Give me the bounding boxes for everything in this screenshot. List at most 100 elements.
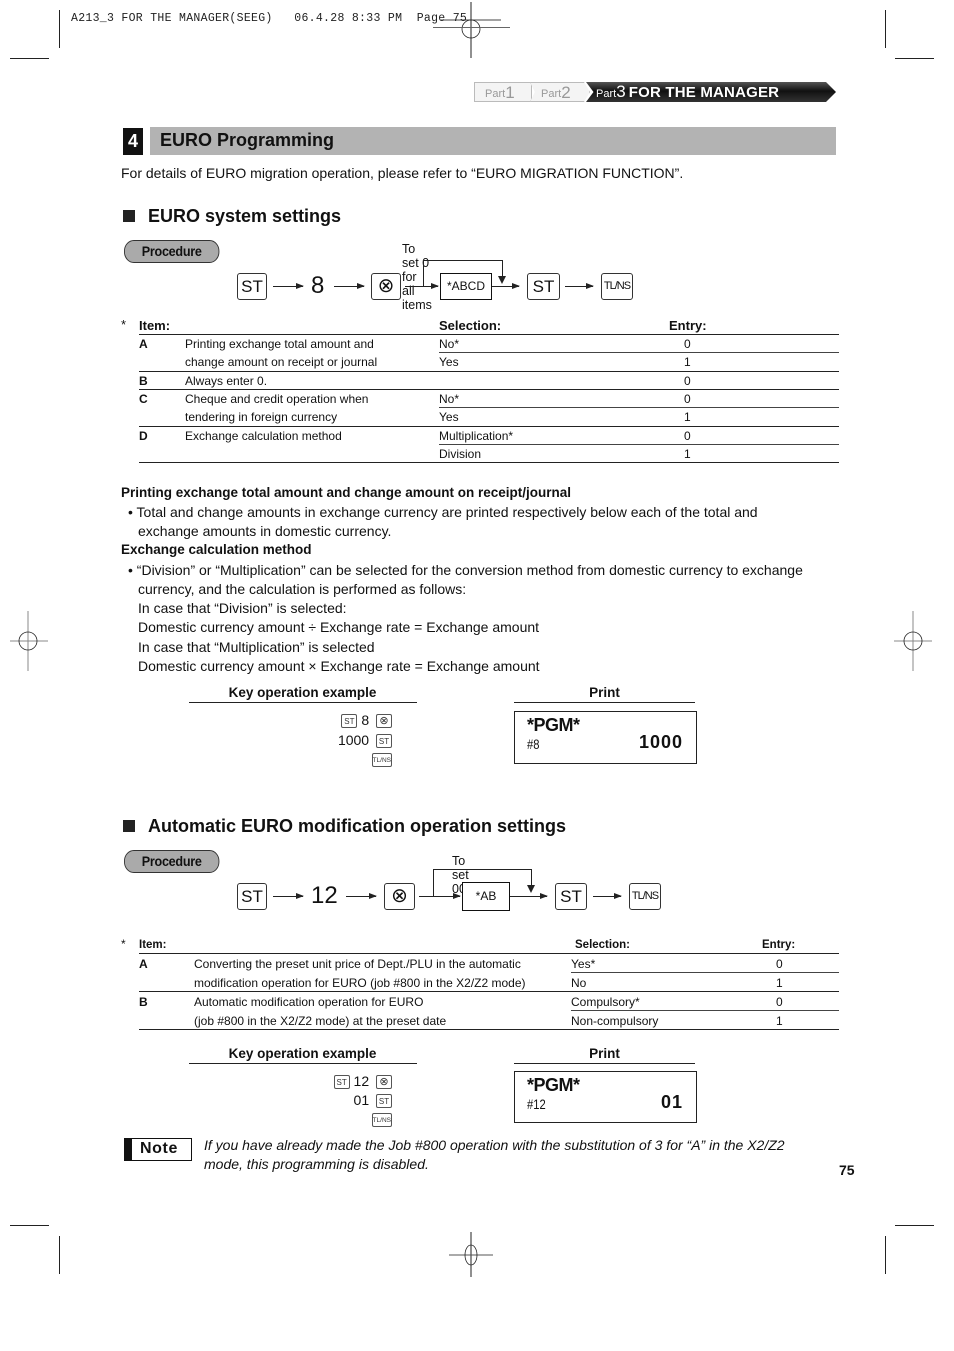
crop-mark: [10, 58, 49, 59]
flow-line: [423, 260, 503, 261]
print-label: Print: [589, 685, 620, 700]
registration-mark: [10, 611, 48, 671]
skip-note: To set 0 for all items: [402, 242, 432, 312]
flow-arrow: [492, 283, 520, 289]
row-description: Cheque and credit operation when: [185, 391, 369, 406]
crop-mark: [59, 10, 60, 48]
part-tab-number: 2: [561, 83, 571, 102]
print-label: Print: [589, 1046, 620, 1061]
slug-underline: [433, 27, 510, 28]
row-description: modification operation for EURO (job #80…: [194, 976, 526, 990]
st-key-icon: ST: [341, 714, 358, 729]
formula-multiplication: Domestic currency amount × Exchange rate…: [138, 658, 540, 674]
row-entry: 1: [684, 446, 691, 461]
key-op-example-label: Key operation example: [228, 685, 377, 700]
flow-arrow: [565, 283, 594, 289]
st-key-icon: ST: [555, 883, 587, 910]
note-text: currency, and the calculation is perform…: [138, 581, 467, 597]
part-tab-prefix: Part: [596, 88, 617, 100]
note-text: In case that “Division” is selected:: [138, 600, 347, 616]
row-description: Converting the preset unit price of Dept…: [194, 957, 521, 971]
key-op-value: 01: [353, 1092, 370, 1108]
crop-mark: [885, 1236, 886, 1274]
row-selection: No*: [439, 337, 460, 351]
registration-mark: [449, 1232, 493, 1277]
crop-mark: [895, 1225, 934, 1226]
heading-text: Automatic EURO modification operation se…: [148, 816, 567, 836]
slug-job: A213_3 FOR THE MANAGER(SEEG): [71, 12, 273, 25]
section-intro: For details of EURO migration operation,…: [121, 165, 684, 181]
note-badge: Note: [124, 1138, 192, 1161]
flow-arrow: [434, 893, 461, 899]
st-key-icon: ST: [333, 1075, 350, 1090]
row-description: Always enter 0.: [185, 373, 268, 388]
part-tab-1: Part1: [474, 82, 532, 102]
flow-line: [405, 286, 425, 287]
row-divider: [139, 1029, 839, 1030]
receipt-value: 1000: [638, 732, 683, 752]
crop-mark: [59, 1236, 60, 1274]
flow-line: [433, 869, 434, 897]
flow-line: [433, 869, 532, 870]
row-divider: [139, 388, 839, 390]
flow-line: [423, 260, 424, 287]
part-tab-prefix: Part: [541, 88, 562, 100]
receipt-value: 01: [660, 1092, 683, 1112]
key-op-value: 1000: [337, 732, 370, 748]
row-entry: 0: [684, 373, 691, 388]
euro-system-heading: EURO system settings: [123, 206, 341, 227]
st-key-icon: ST: [237, 273, 267, 300]
note-heading-calc: Exchange calculation method: [121, 542, 312, 557]
part-tab-2: Part2: [530, 82, 590, 102]
row-key: B: [139, 995, 148, 1009]
row-description: Automatic modification operation for EUR…: [194, 995, 424, 1009]
row-divider: [571, 1010, 839, 1011]
row-selection: Yes*: [571, 957, 596, 971]
crop-mark: [885, 10, 886, 48]
slug-datetime: 06.4.28 8:33 PM: [294, 12, 403, 25]
st-key-icon: ST: [237, 883, 267, 910]
st-key-icon: ST: [376, 734, 392, 749]
row-description: Printing exchange total amount and: [185, 337, 374, 351]
col-header-selection: Selection:: [439, 318, 502, 333]
row-selection: Multiplication*: [439, 428, 514, 443]
row-divider: [139, 462, 839, 464]
arrow-head: [498, 276, 506, 284]
row-description: Exchange calculation method: [185, 428, 342, 443]
receipt-job: #8: [527, 736, 540, 752]
page-number: 75: [839, 1162, 855, 1178]
flow-arrow: [346, 893, 377, 899]
table-asterisk: *: [121, 937, 126, 951]
part-tab-3-active: Part3 FOR THE MANAGER: [586, 82, 836, 102]
col-header-selection: Selection:: [575, 939, 630, 951]
note-text: exchange amounts in domestic currency.: [138, 523, 392, 539]
row-entry: 0: [684, 391, 691, 406]
arrow-head: [527, 885, 535, 893]
row-entry: 0: [776, 995, 783, 1009]
row-key: D: [139, 428, 148, 443]
auto-euro-heading: Automatic EURO modification operation se…: [123, 816, 566, 837]
square-bullet-icon: [123, 210, 135, 222]
procedure-label: Procedure: [124, 240, 220, 263]
col-header-entry: Entry:: [762, 939, 796, 951]
row-entry: 1: [776, 976, 783, 990]
key-op-line-1: ST 12 ⊗: [280, 1073, 392, 1090]
row-divider: [139, 425, 839, 427]
formula-division: Domestic currency amount ÷ Exchange rate…: [138, 619, 540, 635]
section-title: EURO Programming: [160, 130, 335, 150]
receipt-print: *PGM* #8 1000: [514, 711, 697, 764]
receipt-job: #12: [527, 1096, 546, 1112]
note-heading-printing: Printing exchange total amount and chang…: [121, 485, 572, 500]
heading-text: EURO system settings: [148, 206, 342, 226]
input-digits-box: *ABCD: [440, 273, 492, 300]
multiply-key-icon: ⊗: [384, 883, 415, 910]
col-header-entry: Entry:: [669, 318, 707, 333]
key-op-code: 8: [361, 712, 370, 728]
row-entry: 0: [684, 428, 691, 443]
multiply-key-icon: ⊗: [376, 1075, 392, 1090]
key-op-example-label: Key operation example: [228, 1046, 377, 1061]
row-divider: [439, 352, 839, 354]
tlns-key-icon: TL/NS: [371, 753, 392, 768]
row-selection: No*: [439, 391, 460, 406]
square-bullet-icon: [123, 820, 135, 832]
